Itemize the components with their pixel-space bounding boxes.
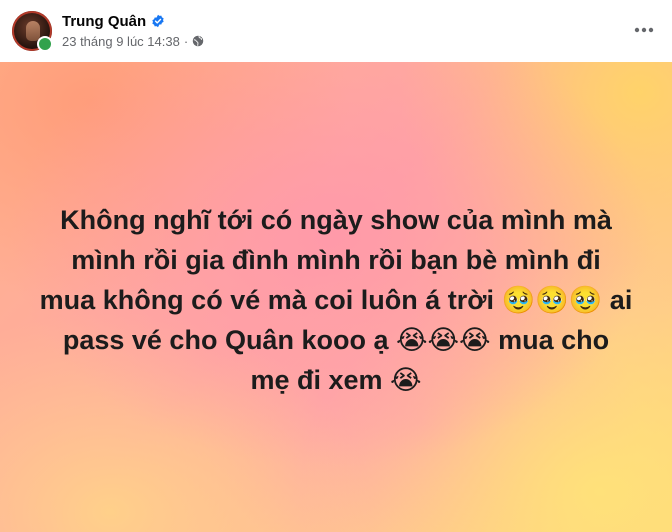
post-text-line: mẹ đi xem 😭 xyxy=(250,365,422,395)
post-text-line: pass vé cho Quân kooo ạ 😭😭😭 mua cho xyxy=(62,325,610,355)
author-row: Trung Quân xyxy=(62,11,165,31)
post-meta: 23 tháng 9 lúc 14:38 · xyxy=(62,33,204,49)
separator-dot: · xyxy=(183,33,189,49)
more-dots-icon xyxy=(634,27,654,33)
verified-badge-icon xyxy=(152,14,164,28)
avatar[interactable] xyxy=(12,11,53,52)
more-options-button[interactable] xyxy=(628,14,660,46)
post-header: Trung Quân 23 tháng 9 lúc 14:38 · xyxy=(0,0,672,62)
online-status-dot xyxy=(37,36,53,52)
globe-icon[interactable] xyxy=(192,35,204,47)
author-name[interactable]: Trung Quân xyxy=(62,13,146,30)
post-text-line: mua không có vé mà coi luôn á trời 🥹🥹🥹 a… xyxy=(39,285,633,315)
post-text-line: mình rồi gia đình mình rồi bạn bè mình đ… xyxy=(71,245,601,275)
post-timestamp[interactable]: 23 tháng 9 lúc 14:38 xyxy=(62,34,180,49)
post-text-line: Không nghĩ tới có ngày show của mình mà xyxy=(60,205,612,235)
post-text: Không nghĩ tới có ngày show của mình mà … xyxy=(30,200,642,400)
